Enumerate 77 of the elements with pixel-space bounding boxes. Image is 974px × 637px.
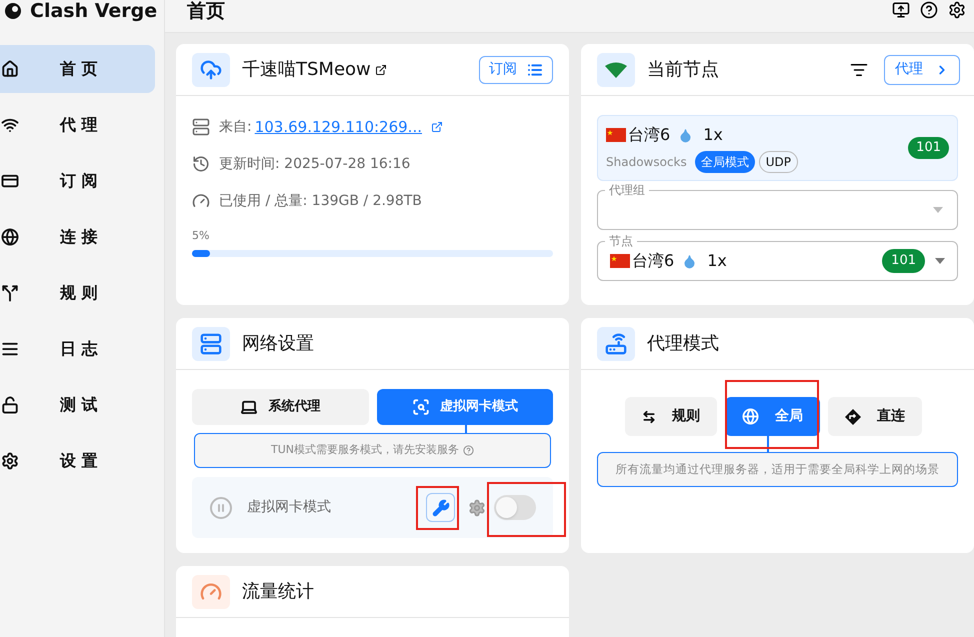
sidebar-item[interactable]: 测 试	[0, 381, 155, 429]
scan-search-icon	[412, 398, 430, 416]
sidebar-item[interactable]: 连 接	[0, 213, 155, 261]
wifi-icon	[605, 62, 627, 78]
laptop-icon	[240, 398, 258, 416]
gauge-icon	[192, 192, 210, 210]
lock-icon	[1, 396, 19, 414]
history-icon	[192, 155, 210, 173]
subscription-button[interactable]: 订阅	[479, 56, 553, 84]
card-title: 代理模式	[647, 332, 719, 356]
swap-arrows-icon	[642, 410, 656, 424]
external-link-icon[interactable]	[374, 64, 387, 76]
proxy-button[interactable]: 代理	[884, 54, 960, 84]
globe-icon	[1, 228, 19, 246]
node-multiplier: 1x	[707, 250, 727, 272]
sidebar-item[interactable]: 订 阅	[0, 157, 155, 205]
gauge-icon	[200, 580, 222, 602]
card-title: 网络设置	[242, 332, 314, 356]
settings-icon	[1, 452, 19, 470]
node-multiplier: 1x	[703, 124, 723, 146]
list-icon	[1, 340, 19, 358]
server-icon	[200, 332, 222, 354]
flag-icon	[606, 128, 626, 142]
delay-badge: 101	[882, 249, 925, 273]
wifi-icon	[1, 116, 19, 134]
droplet-icon	[682, 254, 698, 268]
update-time: 更新时间: 2025-07-28 16:16	[219, 154, 410, 174]
droplet-icon	[678, 128, 694, 142]
list-icon	[527, 62, 543, 78]
split-arrow-icon	[1, 284, 19, 302]
source-label: 来自:	[219, 118, 252, 136]
sidebar-item[interactable]: 首 页	[0, 45, 155, 93]
tun-label: 虚拟网卡模式	[247, 498, 331, 517]
card-title: 千速喵TSMeow	[242, 56, 387, 83]
page-title: 首页	[187, 0, 225, 22]
mode-tab[interactable]: 虚拟网卡模式	[376, 389, 553, 425]
pause-icon	[209, 496, 233, 520]
wrench-button[interactable]	[426, 493, 455, 522]
mode-tab[interactable]: 系统代理	[192, 389, 368, 425]
source-link[interactable]: 103.69.129.110:269...	[254, 116, 422, 138]
home-icon	[1, 60, 19, 78]
highlight-frame	[416, 486, 459, 530]
globe-icon	[742, 408, 759, 425]
node-name: 台湾6	[628, 124, 670, 146]
settings-icon[interactable]	[948, 1, 966, 19]
router-icon	[605, 332, 627, 354]
node-name: 台湾6	[632, 250, 674, 272]
direction-sign-icon	[845, 408, 861, 424]
mode-description: 所有流量均通过代理服务器，适用于需要全局科学上网的场景	[616, 460, 940, 478]
tun-switch[interactable]	[494, 495, 536, 520]
flag-icon	[610, 254, 630, 268]
proxy-mode-button[interactable]: 直连	[828, 397, 922, 436]
cloud-upload-icon	[200, 58, 222, 80]
proxy-mode-button[interactable]: 全局	[725, 397, 820, 436]
card-title: 当前节点	[647, 58, 719, 82]
wrench-icon	[432, 498, 450, 516]
app-logo: Clash Verge	[30, 0, 158, 24]
node-protocol: Shadowsocks	[606, 154, 687, 171]
help-icon[interactable]	[920, 1, 938, 19]
hint-text: TUN模式需要服务模式，请先安装服务	[271, 442, 459, 458]
usage-text: 已使用 / 总量: 139GB / 2.98TB	[219, 192, 422, 210]
sidebar-item[interactable]: 设 置	[0, 437, 155, 485]
dropdown-caret-icon[interactable]	[935, 258, 945, 264]
usage-percent: 5%	[192, 229, 210, 242]
delay-badge: 101	[908, 137, 949, 159]
sidebar-item[interactable]: 代 理	[0, 101, 155, 149]
select-label: 代理组	[605, 182, 649, 198]
udp-tag: UDP	[758, 151, 798, 173]
sidebar-item[interactable]: 日 志	[0, 325, 155, 373]
sidebar-item[interactable]: 规 则	[0, 269, 155, 317]
monitor-icon[interactable]	[892, 1, 910, 19]
card-icon	[1, 172, 19, 190]
mode-tag: 全局模式	[694, 151, 755, 173]
server-icon	[192, 118, 210, 136]
select-label: 节点	[605, 233, 637, 249]
proxy-mode-button[interactable]: 规则	[625, 397, 717, 436]
card-title: 流量统计	[242, 580, 314, 604]
